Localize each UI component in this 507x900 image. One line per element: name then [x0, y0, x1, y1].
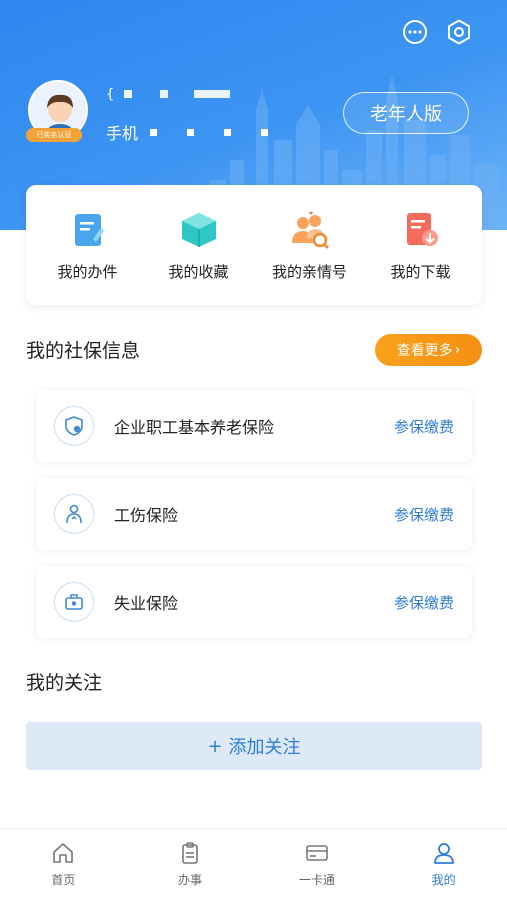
clipboard-icon [182, 842, 198, 864]
tab-home[interactable]: 首页 [13, 841, 113, 888]
download-icon [406, 212, 438, 246]
pay-button[interactable]: 参保缴费 [394, 592, 454, 613]
view-more-button[interactable]: 查看更多 › [375, 334, 482, 366]
quick-actions-card: 我的办件 我的收藏 我的亲情号 我的下载 [26, 185, 482, 305]
insurance-item-pension[interactable]: 企业职工基本养老保险 参保缴费 [36, 390, 472, 462]
plus-icon: + [207, 735, 223, 757]
pension-shield-icon [54, 406, 94, 446]
settings-icon[interactable] [445, 18, 473, 46]
box-icon [181, 212, 216, 247]
tab-mine[interactable]: 我的 [394, 841, 494, 888]
quick-item-downloads[interactable]: 我的下载 [368, 209, 473, 282]
insurance-item-injury[interactable]: 工伤保险 参保缴费 [36, 478, 472, 550]
follow-title: 我的关注 [26, 672, 103, 694]
verified-badge: 已实名认证 [26, 128, 82, 142]
user-phone-masked: 手机 [106, 120, 269, 144]
document-edit-icon [74, 213, 104, 246]
card-icon [306, 845, 328, 861]
tab-services[interactable]: 办事 [140, 841, 240, 888]
family-search-icon [291, 211, 329, 249]
quick-item-favorites[interactable]: 我的收藏 [146, 209, 251, 282]
chevron-right-icon: › [454, 342, 461, 358]
injury-person-icon [54, 494, 94, 534]
tab-card[interactable]: 一卡通 [267, 841, 367, 888]
pay-button[interactable]: 参保缴费 [394, 504, 454, 525]
add-follow-button[interactable]: + 添加关注 [26, 722, 482, 770]
insurance-item-unemployment[interactable]: 失业保险 参保缴费 [36, 566, 472, 638]
bottom-tab-bar: 首页 办事 一卡通 我的 [0, 828, 507, 900]
user-name-masked: { [106, 86, 231, 102]
quick-item-family-number[interactable]: 我的亲情号 [257, 209, 362, 282]
home-icon [53, 843, 74, 863]
social-insurance-title: 我的社保信息 [26, 340, 141, 362]
unemployment-bag-icon [54, 582, 94, 622]
elder-mode-button[interactable]: 老年人版 [343, 92, 469, 134]
user-icon [433, 843, 454, 864]
quick-item-my-cases[interactable]: 我的办件 [35, 209, 140, 282]
pay-button[interactable]: 参保缴费 [394, 416, 454, 437]
message-icon[interactable] [401, 18, 429, 46]
